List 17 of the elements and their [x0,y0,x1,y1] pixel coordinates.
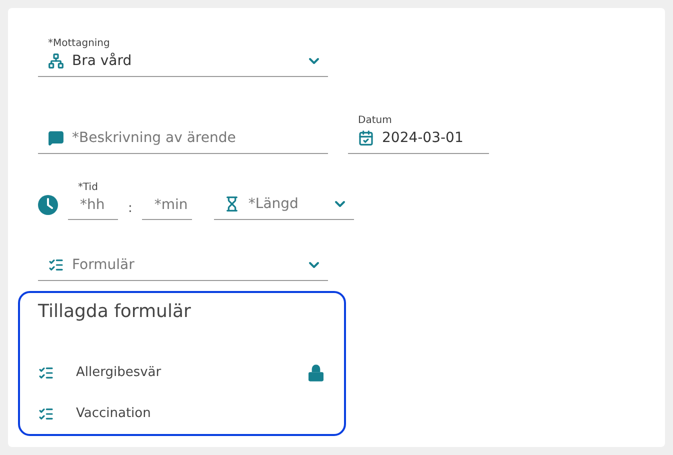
field-placeholder: *Beskrivning av ärende [72,130,237,146]
description-field[interactable]: *Beskrivning av ärende [38,127,328,154]
field-label: Datum [358,115,393,127]
panel-title: Tillagda formulär [38,301,192,322]
time-separator: : [128,200,132,216]
select-value: Bra vård [72,53,133,69]
reception-select[interactable]: *Mottagning Bra vård [38,38,328,77]
date-value: 2024-03-01 [382,130,464,146]
duration-select[interactable]: *Längd [214,193,354,220]
hours-field[interactable]: *hh [68,194,118,220]
form-select[interactable]: Formulär [38,254,328,281]
time-label: *Tid [77,182,99,194]
date-field[interactable]: Datum 2024-03-01 [348,115,489,154]
form-name: Allergibesvär [76,365,162,380]
field-label: *Mottagning [48,38,111,50]
form-name: Vaccination [76,406,152,421]
minutes-field[interactable]: *min [142,194,192,220]
